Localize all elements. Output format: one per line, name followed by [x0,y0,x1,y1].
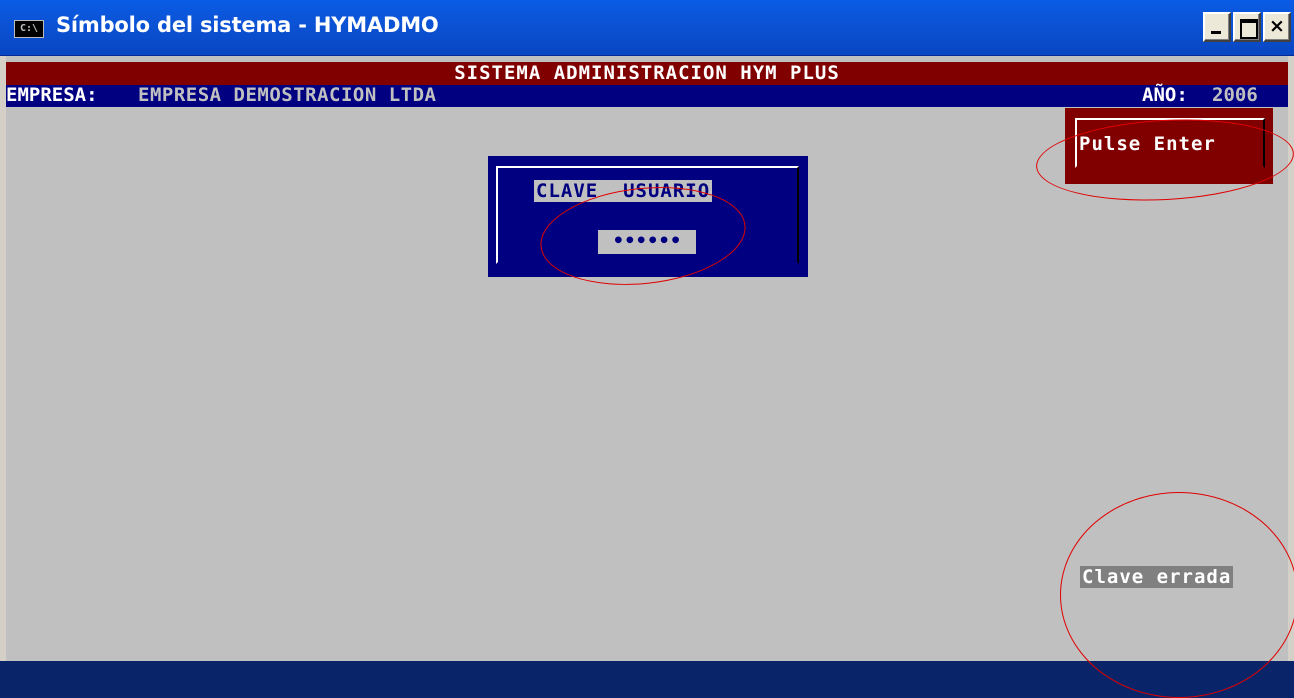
anio-label: AÑO: [1142,84,1188,106]
empresa-label: EMPRESA: [6,84,98,106]
title-bar[interactable]: C:\ Símbolo del sistema - HYMADMO × [0,0,1294,56]
error-message: Clave errada [1080,566,1234,588]
minimize-button[interactable] [1203,12,1231,42]
empresa-value: EMPRESA DEMOSTRACION LTDA [138,84,437,106]
system-title-bar: SISTEMA ADMINISTRACION HYM PLUS [6,62,1288,85]
console-icon[interactable]: C:\ [14,20,44,38]
company-bar: EMPRESA: EMPRESA DEMOSTRACION LTDA AÑO: … [6,85,1288,107]
pulse-enter-box: Pulse Enter [1065,108,1273,184]
system-title: SISTEMA ADMINISTRACION HYM PLUS [454,62,840,84]
password-dialog: CLAVE USUARIO •••••• [488,156,808,277]
window-title: Símbolo del sistema - HYMADMO [56,13,439,37]
password-input[interactable]: •••••• [598,230,696,254]
maximize-button[interactable] [1233,12,1261,42]
console-area[interactable]: SISTEMA ADMINISTRACION HYM PLUS EMPRESA:… [0,56,1294,698]
close-icon: × [1269,15,1285,37]
password-label: CLAVE USUARIO [534,180,713,202]
annotation-ellipse-error [1060,492,1294,698]
close-button[interactable]: × [1263,12,1291,42]
pulse-enter-text: Pulse Enter [1079,133,1216,155]
anio-value: 2006 [1212,84,1258,106]
console-window: C:\ Símbolo del sistema - HYMADMO × SIST… [0,0,1294,698]
